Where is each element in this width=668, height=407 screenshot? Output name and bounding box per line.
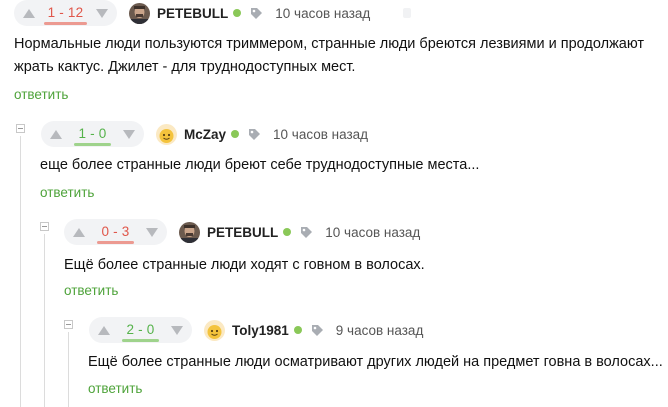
comment-text-line: Ещё более странные люди осматривают друг… [88, 354, 663, 370]
username-link[interactable]: McZay [184, 127, 226, 142]
comment-timestamp[interactable]: 10 часов назад [275, 6, 370, 21]
comment: 2 - 0 Toly1981 9 часов назад Ещё более с… [0, 317, 668, 407]
comment-timestamp[interactable]: 10 часов назад [325, 225, 420, 240]
yellow-face-avatar[interactable] [204, 319, 225, 341]
downvote-arrow-icon[interactable] [122, 128, 136, 140]
reply-link[interactable]: ответить [14, 87, 68, 102]
rating-control: 2 - 0 [89, 317, 192, 343]
comment: 1 - 0 McZay 10 часов назад еще более стр… [0, 121, 668, 207]
rating-score: 1 - 12 [43, 5, 88, 25]
username-link[interactable]: PETEBULL [157, 6, 228, 21]
reply-link[interactable]: ответить [88, 381, 142, 396]
comment-header: 1 - 0 McZay 10 часов назад [41, 121, 368, 147]
rating-score: 0 - 3 [97, 224, 134, 244]
reply-link[interactable]: ответить [64, 283, 118, 298]
comment-text: Ещё более странные люди осматривают друг… [88, 351, 663, 374]
reply-link[interactable]: ответить [40, 185, 94, 200]
comment-header: 0 - 3 PETEBULL 10 часов назад [64, 219, 420, 245]
username-link[interactable]: PETEBULL [207, 225, 278, 240]
tag-icon[interactable] [248, 128, 261, 141]
comment-text-line: Нормальные люди пользуются триммером, ст… [14, 36, 645, 52]
rating-score: 1 - 0 [74, 126, 111, 146]
upvote-arrow-icon[interactable] [97, 324, 111, 336]
comment-header: 2 - 0 Toly1981 9 часов назад [89, 317, 423, 343]
downvote-arrow-icon[interactable] [95, 7, 109, 19]
online-status-dot [293, 326, 302, 334]
yellow-face-avatar[interactable] [156, 123, 177, 145]
comment-text-line: Ещё более странные люди ходят с говном в… [64, 257, 425, 273]
comment: 1 - 12 PETEBULL 10 часов назад Нормальны… [0, 0, 668, 107]
comment-text: Ещё более странные люди ходят с говном в… [64, 254, 425, 277]
comment-timestamp[interactable]: 9 часов назад [336, 323, 424, 338]
online-status-dot [283, 228, 292, 236]
man-portrait-avatar[interactable] [179, 221, 200, 243]
comment-menu-icon[interactable] [403, 8, 412, 18]
upvote-arrow-icon[interactable] [72, 226, 86, 238]
downvote-arrow-icon[interactable] [145, 226, 159, 238]
upvote-arrow-icon[interactable] [49, 128, 63, 140]
comment-text: Нормальные люди пользуются триммером, ст… [14, 33, 644, 79]
tag-icon[interactable] [300, 226, 313, 239]
comment-text: еще более странные люди бреют себе трудн… [40, 154, 479, 177]
upvote-arrow-icon[interactable] [22, 7, 36, 19]
comment: 0 - 3 PETEBULL 10 часов назад Ещё более … [0, 219, 668, 305]
comment-header: 1 - 12 PETEBULL 10 часов назад [14, 0, 412, 26]
downvote-arrow-icon[interactable] [170, 324, 184, 336]
comment-timestamp[interactable]: 10 часов назад [273, 127, 368, 142]
tag-icon[interactable] [311, 324, 324, 337]
online-status-dot [231, 130, 240, 138]
rating-score: 2 - 0 [122, 322, 159, 342]
comment-text-line: жрать кактус. Джилет - для труднодоступн… [14, 59, 356, 75]
username-link[interactable]: Toly1981 [232, 323, 289, 338]
online-status-dot [233, 9, 242, 17]
rating-control: 1 - 12 [14, 0, 117, 26]
comment-text-line: еще более странные люди бреют себе трудн… [40, 157, 480, 173]
rating-control: 1 - 0 [41, 121, 144, 147]
tag-icon[interactable] [250, 7, 263, 20]
rating-control: 0 - 3 [64, 219, 167, 245]
man-portrait-avatar[interactable] [129, 2, 150, 24]
